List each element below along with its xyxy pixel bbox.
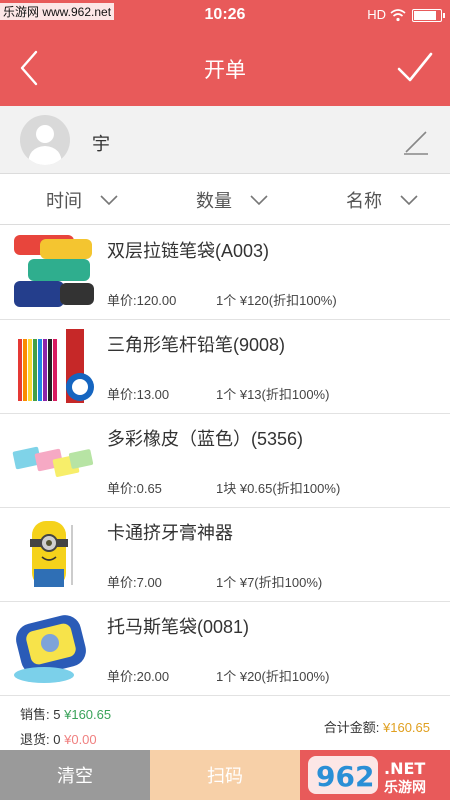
svg-text:.NET: .NET <box>384 759 425 778</box>
product-quantity: 1块 ¥0.65(折扣100%) <box>216 481 341 496</box>
total-label: 合计金额: <box>323 720 380 735</box>
pencils-image <box>18 329 94 403</box>
sort-label: 时间 <box>46 191 82 211</box>
returns-amount: ¥0.00 <box>64 732 97 747</box>
sort-by-name[interactable]: 名称 <box>346 187 418 213</box>
checkmark-icon[interactable] <box>396 50 434 86</box>
site-logo-watermark: 962 .NET 乐游网 <box>308 756 426 796</box>
submit-button[interactable]: 962 .NET 乐游网 <box>300 750 450 800</box>
product-quantity: 1个 ¥120(折扣100%) <box>216 293 337 308</box>
app-header: 开单 <box>0 30 450 106</box>
page-title: 开单 <box>204 59 246 82</box>
svg-text:乐游网: 乐游网 <box>384 779 426 796</box>
sort-label: 名称 <box>346 191 382 211</box>
product-name: 卡通挤牙膏神器 <box>107 523 233 543</box>
list-item[interactable]: 卡通挤牙膏神器 单价:7.00 1个 ¥7(折扣100%) <box>0 508 450 602</box>
product-quantity: 1个 ¥20(折扣100%) <box>216 669 330 684</box>
product-price: 单价:20.00 <box>107 669 170 684</box>
scan-button[interactable]: 扫码 <box>150 750 300 800</box>
product-price: 单价:7.00 <box>107 575 162 590</box>
product-quantity: 1个 ¥13(折扣100%) <box>216 387 330 402</box>
svg-text:962: 962 <box>316 760 374 793</box>
clear-button[interactable]: 清空 <box>0 750 150 800</box>
returns-count: 0 <box>53 732 61 747</box>
sales-count: 5 <box>53 707 61 722</box>
chevron-down-icon <box>400 195 418 206</box>
list-item[interactable]: 双层拉链笔袋(A003) 单价:120.00 1个 ¥120(折扣100%) <box>0 226 450 320</box>
bottom-action-bar: 清空 扫码 962 .NET 乐游网 <box>0 750 450 800</box>
sort-bar: 时间 数量 名称 <box>0 175 450 225</box>
pencil-icon[interactable] <box>402 128 430 156</box>
product-name: 多彩橡皮（蓝色）(5356) <box>107 429 304 449</box>
total-amount-row: 合计金额: ¥160.65 <box>324 717 430 736</box>
sales-label: 销售: <box>20 707 50 722</box>
returns-label: 退货: <box>20 732 50 747</box>
list-item[interactable]: 三角形笔杆铅笔(9008) 单价:13.00 1个 ¥13(折扣100%) <box>0 320 450 414</box>
sales-summary: 销售: 5 ¥160.65 <box>20 704 111 723</box>
thomas-pencil-case-image <box>14 615 86 683</box>
erasers-image <box>12 446 94 477</box>
list-item[interactable]: 托马斯笔袋(0081) 单价:20.00 1个 ¥20(折扣100%) <box>0 602 450 696</box>
wifi-icon <box>390 9 406 22</box>
product-price: 单价:120.00 <box>107 293 177 308</box>
sales-amount: ¥160.65 <box>64 707 112 722</box>
returns-summary: 退货: 0 ¥0.00 <box>20 729 97 748</box>
product-list: 双层拉链笔袋(A003) 单价:120.00 1个 ¥120(折扣100%) 三… <box>0 226 450 696</box>
list-item[interactable]: 多彩橡皮（蓝色）(5356) 单价:0.65 1块 ¥0.65(折扣100%) <box>0 414 450 508</box>
product-quantity: 1个 ¥7(折扣100%) <box>216 575 323 590</box>
sort-label: 数量 <box>196 191 232 211</box>
pencil-case-image <box>14 235 94 307</box>
sort-by-quantity[interactable]: 数量 <box>196 187 268 213</box>
product-price: 单价:13.00 <box>107 387 170 402</box>
total-amount: ¥160.65 <box>383 720 430 735</box>
product-name: 双层拉链笔袋(A003) <box>107 241 270 261</box>
customer-name: 宇 <box>92 134 110 154</box>
product-name: 托马斯笔袋(0081) <box>107 617 250 637</box>
product-name: 三角形笔杆铅笔(9008) <box>107 335 286 355</box>
status-bar: 乐游网 www.962.net 10:26 HD <box>0 0 450 30</box>
order-summary: 销售: 5 ¥160.65 退货: 0 ¥0.00 合计金额: ¥160.65 <box>0 696 450 750</box>
chevron-down-icon <box>100 195 118 206</box>
network-indicator: HD <box>367 7 386 22</box>
toothpaste-dispenser-image <box>30 521 73 587</box>
chevron-down-icon <box>250 195 268 206</box>
user-avatar-icon <box>20 115 70 165</box>
battery-icon <box>412 9 445 22</box>
customer-row[interactable]: 宇 <box>0 106 450 174</box>
sort-by-time[interactable]: 时间 <box>46 187 118 213</box>
product-price: 单价:0.65 <box>107 481 162 496</box>
